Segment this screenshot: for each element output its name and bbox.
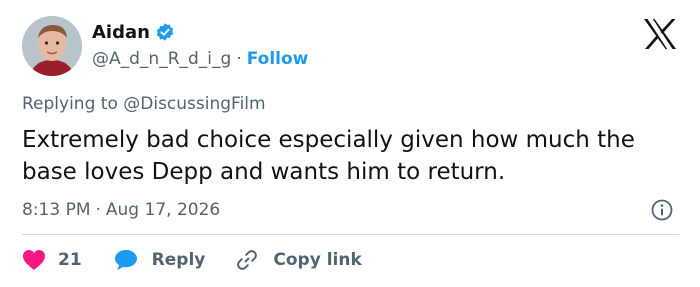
- heart-icon: [23, 250, 45, 270]
- timestamp-separator: ·: [95, 200, 101, 220]
- tweet-date[interactable]: Aug 17, 2026: [106, 200, 220, 220]
- divider: [22, 234, 679, 235]
- handle-row: @A_d_n_R_d_i_g · Follow: [92, 48, 308, 70]
- replying-to-line: Replying to @DiscussingFilm: [22, 94, 266, 114]
- verified-badge-icon: [155, 22, 175, 42]
- timestamp-row[interactable]: 8:13 PM · Aug 17, 2026: [22, 198, 220, 222]
- info-icon[interactable]: [650, 198, 674, 222]
- like-count: 21: [58, 250, 82, 270]
- copy-link-button[interactable]: Copy link: [235, 248, 362, 272]
- action-bar: 21 Reply Copy link: [22, 246, 362, 274]
- reply-bubble-icon: [114, 250, 137, 270]
- x-logo-icon[interactable]: [642, 18, 678, 50]
- replying-to-prefix: Replying to: [22, 94, 118, 114]
- like-button[interactable]: 21: [22, 249, 82, 271]
- author-name[interactable]: Aidan: [92, 22, 150, 43]
- handle-separator: ·: [236, 49, 242, 69]
- author-name-row: Aidan: [92, 20, 175, 44]
- replying-to-mention[interactable]: @DiscussingFilm: [123, 94, 265, 114]
- tweet-text: Extremely bad choice especially given ho…: [22, 127, 635, 185]
- link-icon: [237, 250, 258, 270]
- copy-link-label: Copy link: [273, 250, 362, 270]
- reply-label: Reply: [151, 250, 206, 270]
- reply-button[interactable]: Reply: [114, 249, 206, 271]
- author-handle[interactable]: @A_d_n_R_d_i_g: [92, 49, 231, 69]
- avatar[interactable]: [22, 16, 82, 76]
- follow-button[interactable]: Follow: [247, 49, 309, 69]
- tweet-time[interactable]: 8:13 PM: [22, 200, 91, 220]
- avatar-image: [22, 16, 82, 76]
